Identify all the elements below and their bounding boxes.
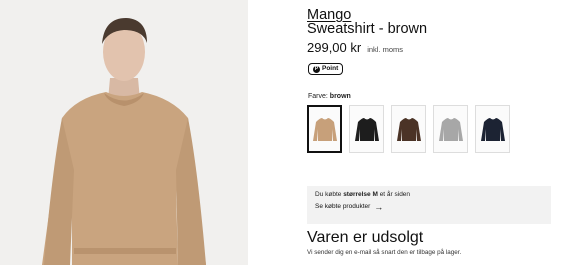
product-image[interactable]: [0, 0, 248, 265]
color-label-prefix: Farve:: [308, 93, 328, 100]
sweatshirt-grey-thumbnail: [438, 118, 463, 141]
color-swatches: [307, 105, 510, 153]
sweatshirt-navy-thumbnail: [480, 118, 505, 141]
point-badge: P Point: [308, 63, 344, 75]
product-info: Mango Sweatshirt - brown 299,00 kr inkl.…: [307, 0, 575, 265]
swatch-black[interactable]: [349, 105, 384, 153]
product-page: Mango Sweatshirt - brown 299,00 kr inkl.…: [0, 0, 575, 265]
sold-out-heading: Varen er udsolgt: [307, 229, 424, 246]
previous-purchase-panel: Du købte størrelse M et år siden Se købt…: [307, 186, 551, 224]
swatch-navy[interactable]: [475, 105, 510, 153]
price-row: 299,00 kr inkl. moms: [307, 40, 403, 55]
restock-notice: Vi sender dig en e-mail så snart den er …: [307, 249, 462, 256]
swatch-brown[interactable]: [307, 105, 342, 153]
vat-note: inkl. moms: [367, 45, 404, 54]
swatch-dark-brown[interactable]: [391, 105, 426, 153]
product-title: Sweatshirt - brown: [307, 21, 428, 37]
arrow-right-icon: →: [374, 201, 384, 212]
selected-color: brown: [329, 93, 351, 100]
color-label: Farve: brown: [308, 93, 351, 100]
sweatshirt-dark-brown-thumbnail: [396, 118, 421, 141]
point-badge-label: Point: [322, 65, 339, 72]
sweatshirt-brown-thumbnail: [312, 118, 337, 141]
sweatshirt-black-thumbnail: [354, 118, 379, 141]
model-wearing-sweatshirt: [0, 0, 248, 265]
purchase-prefix: Du købte: [315, 191, 342, 198]
product-price: 299,00 kr: [307, 40, 362, 55]
swatch-grey[interactable]: [433, 105, 468, 153]
purchased-size: størrelse M: [343, 191, 378, 198]
previous-purchase-text: Du købte størrelse M et år siden: [315, 191, 543, 198]
see-purchased-products-label: Se købte produkter: [315, 203, 371, 210]
see-purchased-products-link[interactable]: Se købte produkter →: [315, 201, 543, 212]
point-icon: P: [313, 65, 320, 73]
purchase-suffix: et år siden: [379, 191, 411, 198]
